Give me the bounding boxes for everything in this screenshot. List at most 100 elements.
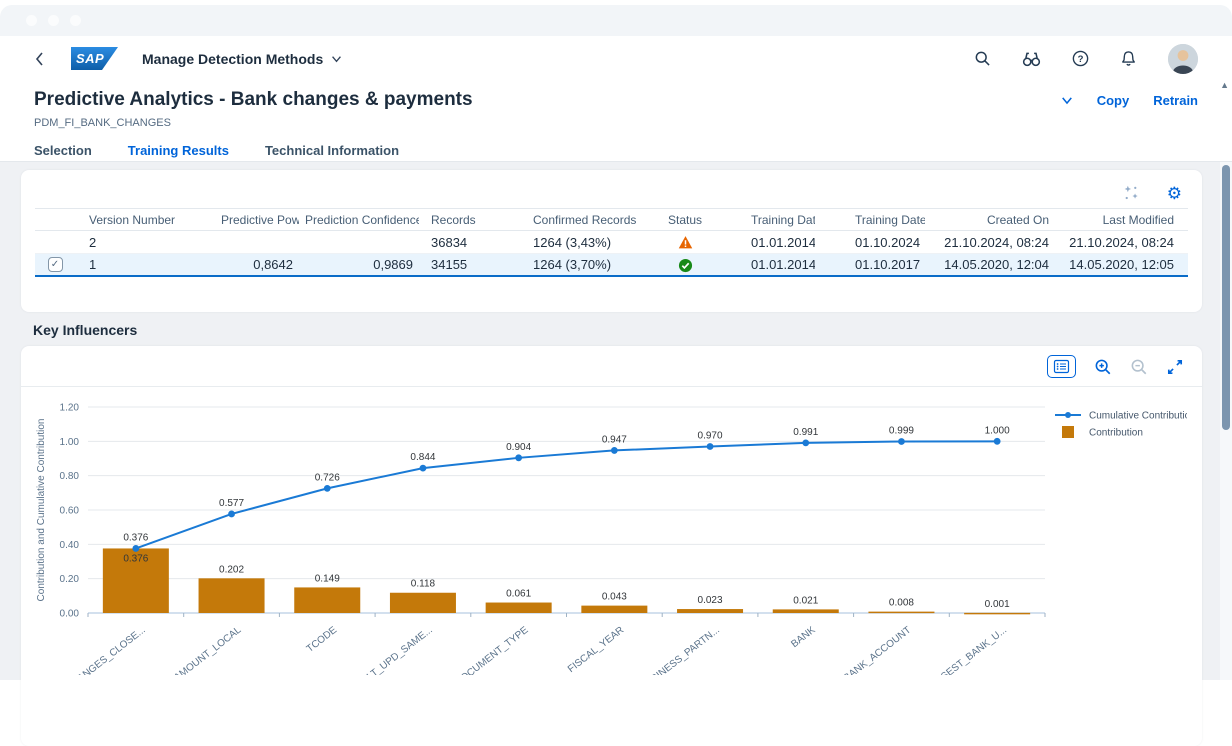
user-avatar[interactable] xyxy=(1168,43,1198,74)
cell-training_date_from: 01.01.2014 xyxy=(751,234,815,250)
scroll-up-arrow[interactable]: ▲ xyxy=(1220,80,1229,90)
contribution-bar[interactable] xyxy=(198,578,265,613)
cell-records: 34155 xyxy=(431,257,468,272)
svg-text:BANK: BANK xyxy=(789,624,817,650)
legend-toggle-icon xyxy=(1053,359,1070,374)
cumulative-point[interactable] xyxy=(132,545,140,552)
contribution-bar[interactable] xyxy=(389,592,456,613)
contribution-bar[interactable] xyxy=(294,587,361,613)
column-header[interactable]: Prediction Confidence xyxy=(299,213,419,227)
key-influencers-chart-card: 0.00 0.20 0.40 0.60 0.80 1.00 1.20 0.376 0.577 0.… xyxy=(21,346,1202,746)
cell-training_date_from: 01.01.2014 xyxy=(751,257,815,272)
svg-text:0.60: 0.60 xyxy=(60,506,80,517)
scrollbar-thumb[interactable] xyxy=(1222,165,1230,430)
svg-text:BUSINESS_PARTN...: BUSINESS_PARTN... xyxy=(638,625,722,675)
table-header-row: Version NumberPredictive PowerPrediction… xyxy=(35,208,1188,231)
contribution-bar[interactable] xyxy=(581,605,648,613)
retrain-button[interactable]: Retrain xyxy=(1153,93,1198,108)
svg-text:CLOSEST_BANK_U...: CLOSEST_BANK_U... xyxy=(923,625,1009,675)
contribution-bar[interactable] xyxy=(677,609,744,613)
fullscreen-icon[interactable] xyxy=(1166,358,1184,376)
column-header[interactable]: Predictive Power xyxy=(215,213,299,227)
back-button[interactable] xyxy=(34,51,45,67)
key-influencers-title: Key Influencers xyxy=(33,322,138,338)
svg-text:?: ? xyxy=(1078,54,1084,65)
cumulative-point[interactable] xyxy=(419,464,427,472)
cell-training_date_to: 01.10.2017 xyxy=(855,257,921,272)
column-header[interactable]: Training Date From xyxy=(711,213,815,227)
binoculars-icon[interactable] xyxy=(1022,50,1041,67)
pareto-chart[interactable]: 0.00 0.20 0.40 0.60 0.80 1.00 1.20 0.376 0.577 0.… xyxy=(31,395,1196,696)
svg-text:0.023: 0.023 xyxy=(698,595,723,606)
cell-prediction_confidence: 0,9869 xyxy=(373,257,413,272)
cumulative-point[interactable] xyxy=(706,443,714,450)
column-header[interactable]: Records xyxy=(419,213,509,227)
cell-confirmed_records: 1264 (3,43%) xyxy=(533,234,612,250)
page-subtitle: PDM_FI_BANK_CHANGES xyxy=(34,117,171,129)
contribution-bar[interactable] xyxy=(772,609,839,613)
cumulative-point[interactable] xyxy=(993,437,1001,445)
svg-text:0.00: 0.00 xyxy=(60,609,80,620)
shell-header: SAP Manage Detection Methods ? xyxy=(0,36,1232,81)
cumulative-point[interactable] xyxy=(610,447,618,454)
notifications-bell-icon[interactable] xyxy=(1120,50,1137,67)
cell-status xyxy=(659,256,711,272)
svg-text:0.726: 0.726 xyxy=(315,472,340,483)
settings-gear-icon[interactable]: ⚙ xyxy=(1167,185,1182,202)
cumulative-point[interactable] xyxy=(802,439,810,447)
header-collapse-chevron[interactable] xyxy=(1061,93,1073,108)
svg-text:CHANGES_CLOSE...: CHANGES_CLOSE... xyxy=(64,625,147,675)
table-row[interactable]: 2 36834 1264 (3,43%) 01.01.2014 01.10.2024 21… xyxy=(35,231,1188,254)
table-row[interactable]: ✓ 1 0,8642 0,9869 34155 1264 (3,70%) 01.01.201… xyxy=(35,254,1188,277)
zoom-out-icon[interactable] xyxy=(1130,358,1148,376)
svg-text:0.991: 0.991 xyxy=(793,427,818,438)
shell-icon-bar: ? xyxy=(974,43,1198,74)
zoom-in-icon[interactable] xyxy=(1094,358,1112,376)
column-header[interactable]: Confirmed Records xyxy=(509,213,659,227)
svg-text:FISCAL_YEAR: FISCAL_YEAR xyxy=(566,625,626,675)
svg-text:Cumulative Contribution: Cumulative Contribution xyxy=(1089,411,1187,422)
svg-text:0.970: 0.970 xyxy=(698,430,723,441)
column-header[interactable]: Status xyxy=(659,213,711,227)
legend-toggle-button[interactable] xyxy=(1047,355,1076,378)
row-select-cell[interactable]: ✓ xyxy=(35,257,75,272)
svg-text:0.904: 0.904 xyxy=(506,442,531,453)
column-header[interactable]: Created On xyxy=(925,213,1055,227)
svg-text:Contribution: Contribution xyxy=(1089,428,1143,439)
contribution-bar[interactable] xyxy=(485,602,552,613)
svg-text:0.021: 0.021 xyxy=(793,595,818,606)
sap-logo: SAP xyxy=(71,47,118,70)
window-dot xyxy=(26,15,37,26)
cell-status xyxy=(659,234,711,250)
cell-predictive_power: 0,8642 xyxy=(253,257,293,272)
svg-text:1.00: 1.00 xyxy=(60,437,80,448)
table-body: 2 36834 1264 (3,43%) 01.01.2014 01.10.2024 21… xyxy=(35,231,1188,277)
app-title-menu[interactable]: Manage Detection Methods xyxy=(142,51,342,67)
column-header[interactable]: Training Date To xyxy=(815,213,925,227)
svg-text:0.999: 0.999 xyxy=(889,426,914,437)
svg-text:0.202: 0.202 xyxy=(219,564,244,575)
copy-button[interactable]: Copy xyxy=(1097,93,1130,108)
svg-text:0.001: 0.001 xyxy=(985,599,1010,610)
column-header[interactable]: Last Modified xyxy=(1055,213,1188,227)
contribution-bar[interactable] xyxy=(868,611,935,614)
help-icon[interactable]: ? xyxy=(1072,50,1089,67)
window-dot xyxy=(70,15,81,26)
page-header: Predictive Analytics - Bank changes & pa… xyxy=(0,81,1232,165)
column-header[interactable]: Version Number xyxy=(75,213,215,227)
cumulative-point[interactable] xyxy=(898,438,905,445)
cell-last_modified: 21.10.2024, 08:24 xyxy=(1069,234,1174,250)
cumulative-point[interactable] xyxy=(228,510,235,518)
cell-version: 1 xyxy=(89,257,97,272)
app-title-label: Manage Detection Methods xyxy=(142,50,324,67)
search-icon[interactable] xyxy=(974,50,991,67)
contribution-bar[interactable] xyxy=(964,612,1031,615)
ai-recommendation-icon[interactable] xyxy=(1122,184,1140,202)
cell-last_modified: 14.05.2020, 12:05 xyxy=(1069,257,1174,272)
cumulative-point[interactable] xyxy=(515,454,523,462)
cell-records: 36834 xyxy=(431,234,468,250)
row-checkbox[interactable]: ✓ xyxy=(47,257,63,272)
svg-text:BANK_ACCOUNT: BANK_ACCOUNT xyxy=(842,625,914,675)
cumulative-point[interactable] xyxy=(323,484,331,492)
svg-text:1.000: 1.000 xyxy=(985,425,1010,436)
